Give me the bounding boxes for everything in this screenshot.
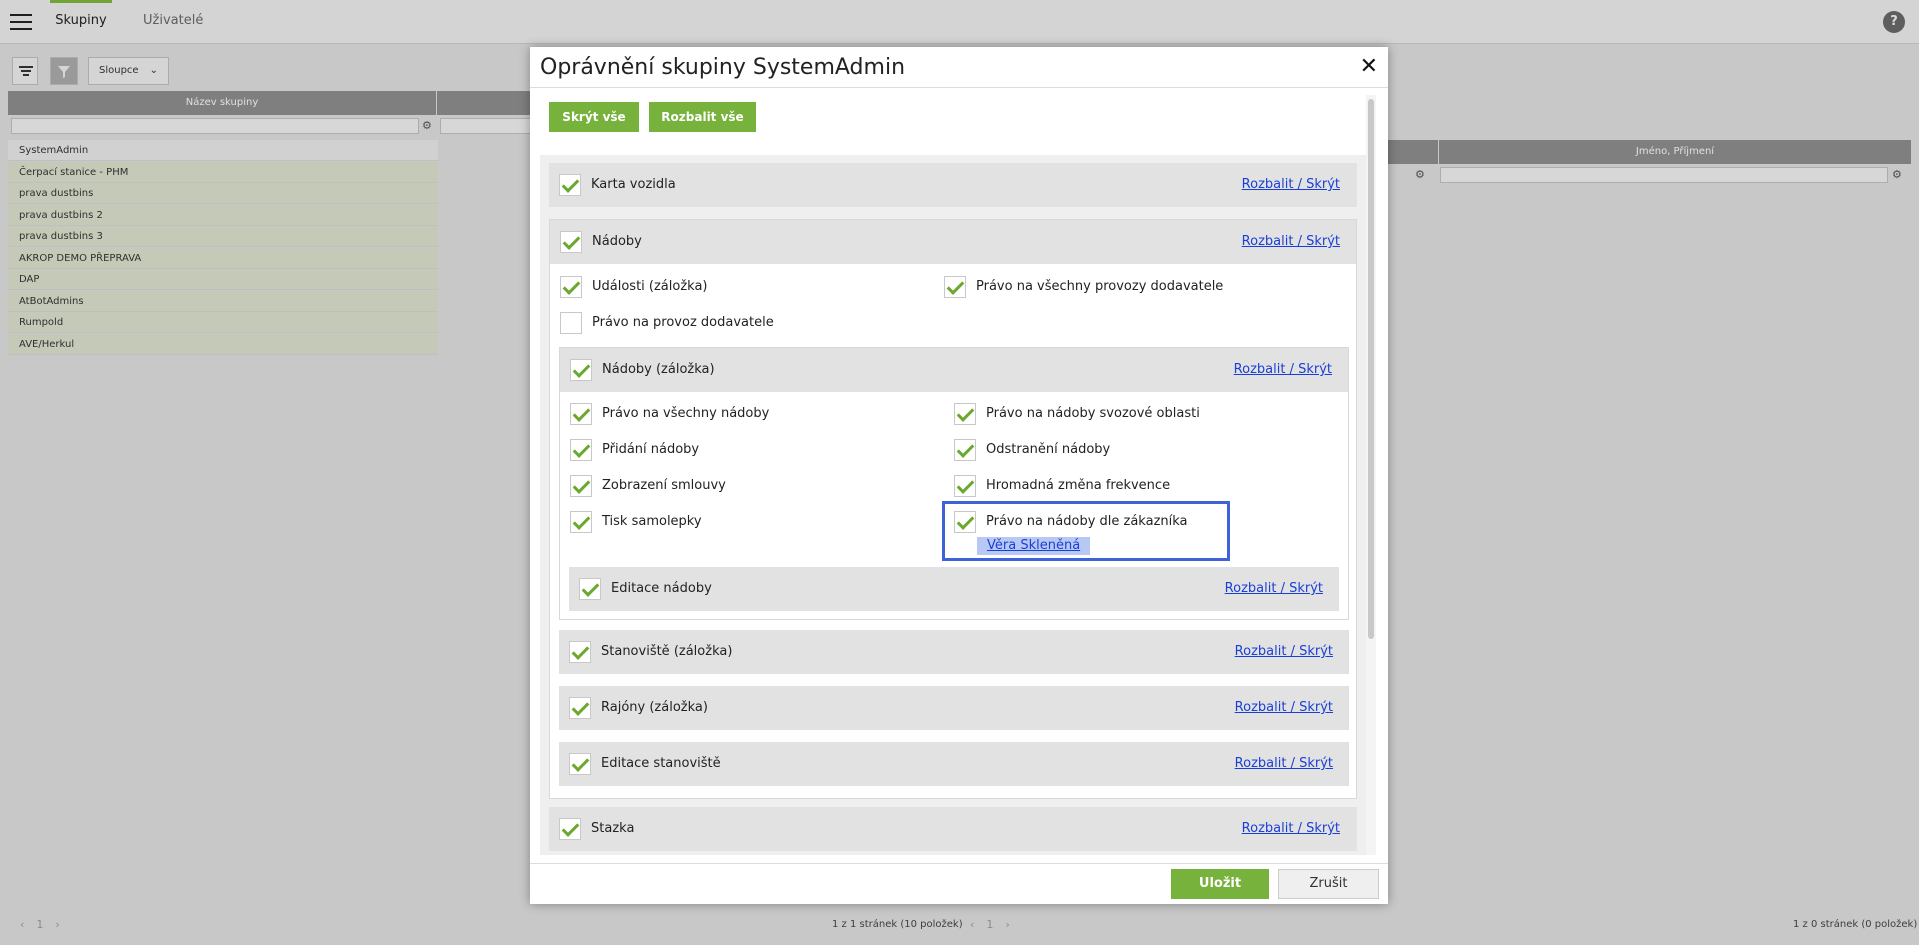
- section-editace-stanoviste: Editace stanoviště Rozbalit / Skrýt: [559, 742, 1349, 786]
- checkbox-tisk-samolepky[interactable]: [570, 511, 592, 533]
- section-editace-nadoby: Editace nádoby Rozbalit / Skrýt: [569, 567, 1339, 611]
- checkbox-stanoviste[interactable]: [569, 641, 591, 663]
- label-rajony: Rajóny (záložka): [601, 700, 708, 715]
- toggle-link-nadoby-zalozka[interactable]: Rozbalit / Skrýt: [1234, 362, 1332, 377]
- toggle-link-editace-stanoviste[interactable]: Rozbalit / Skrýt: [1235, 756, 1333, 771]
- toggle-link-karta-vozidla[interactable]: Rozbalit / Skrýt: [1242, 177, 1340, 192]
- scrollbar-thumb[interactable]: [1368, 99, 1374, 639]
- panel-nadoby: Nádoby Rozbalit / Skrýt Události (záložk…: [549, 219, 1357, 799]
- label-svozove-oblasti: Právo na nádoby svozové oblasti: [986, 406, 1200, 421]
- hide-all-button[interactable]: Skrýt vše: [549, 102, 639, 132]
- label-stanoviste: Stanoviště (záložka): [601, 644, 733, 659]
- section-karta-vozidla: Karta vozidla Rozbalit / Skrýt: [549, 163, 1357, 207]
- toggle-link-rajony[interactable]: Rozbalit / Skrýt: [1235, 700, 1333, 715]
- permissions-dialog: Oprávnění skupiny SystemAdmin ✕ Skrýt vš…: [530, 47, 1388, 904]
- label-udalosti: Události (záložka): [592, 279, 708, 294]
- checkbox-editace-nadoby[interactable]: [579, 578, 601, 600]
- label-provoz-dodavatele: Právo na provoz dodavatele: [592, 315, 774, 330]
- checkbox-editace-stanoviste[interactable]: [569, 753, 591, 775]
- label-tisk-samolepky: Tisk samolepky: [602, 514, 702, 529]
- section-stanoviste: Stanoviště (záložka) Rozbalit / Skrýt: [559, 630, 1349, 674]
- checkbox-vsechny-provozy[interactable]: [944, 276, 966, 298]
- checkbox-udalosti[interactable]: [560, 276, 582, 298]
- checkbox-svozove-oblasti[interactable]: [954, 403, 976, 425]
- checkbox-provoz-dodavatele[interactable]: [560, 312, 582, 334]
- close-icon[interactable]: ✕: [1360, 54, 1378, 79]
- dialog-scrollbar[interactable]: [1366, 95, 1376, 855]
- save-button[interactable]: Uložit: [1171, 869, 1269, 899]
- checkbox-nadoby-zalozka[interactable]: [570, 359, 592, 381]
- checkbox-rajony[interactable]: [569, 697, 591, 719]
- cancel-button[interactable]: Zrušit: [1278, 869, 1379, 899]
- label-editace-stanoviste: Editace stanoviště: [601, 756, 721, 771]
- checkbox-odstraneni-nadoby[interactable]: [954, 439, 976, 461]
- section-nadoby: Nádoby Rozbalit / Skrýt: [550, 220, 1356, 264]
- label-vsechny-nadoby: Právo na všechny nádoby: [602, 406, 770, 421]
- label-editace-nadoby: Editace nádoby: [611, 581, 712, 596]
- checkbox-nadoby[interactable]: [560, 231, 582, 253]
- dialog-title: Oprávnění skupiny SystemAdmin: [540, 55, 906, 80]
- label-nadoby: Nádoby: [592, 234, 642, 249]
- section-rajony: Rajóny (záložka) Rozbalit / Skrýt: [559, 686, 1349, 730]
- label-karta-vozidla: Karta vozidla: [591, 177, 676, 192]
- dialog-scroll-area[interactable]: Skrýt vše Rozbalit vše Karta vozidla Roz…: [540, 95, 1376, 855]
- toggle-link-stanoviste[interactable]: Rozbalit / Skrýt: [1235, 644, 1333, 659]
- checkbox-stazka[interactable]: [559, 818, 581, 840]
- checkbox-vsechny-nadoby[interactable]: [570, 403, 592, 425]
- checkbox-pridani-nadoby[interactable]: [570, 439, 592, 461]
- panel-nadoby-zalozka: Nádoby (záložka) Rozbalit / Skrýt Právo …: [559, 347, 1349, 620]
- section-stazka: Stazka Rozbalit / Skrýt: [549, 807, 1357, 851]
- label-hromadna-zmena: Hromadná změna frekvence: [986, 478, 1171, 493]
- toggle-link-stazka[interactable]: Rozbalit / Skrýt: [1242, 821, 1340, 836]
- divider: [530, 863, 1388, 864]
- toggle-link-nadoby[interactable]: Rozbalit / Skrýt: [1242, 234, 1340, 249]
- label-stazka: Stazka: [591, 821, 635, 836]
- label-zobrazeni-smlouvy: Zobrazení smlouvy: [602, 478, 726, 493]
- label-nadoby-dle-zakaznika: Právo na nádoby dle zákazníka: [986, 514, 1188, 529]
- label-odstraneni-nadoby: Odstranění nádoby: [986, 442, 1111, 457]
- checkbox-karta-vozidla[interactable]: [559, 174, 581, 196]
- expand-all-button[interactable]: Rozbalit vše: [649, 102, 756, 132]
- section-nadoby-zalozka: Nádoby (záložka) Rozbalit / Skrýt: [560, 348, 1348, 392]
- divider: [530, 87, 1388, 88]
- checkbox-nadoby-dle-zakaznika[interactable]: [954, 511, 976, 533]
- toggle-link-editace-nadoby[interactable]: Rozbalit / Skrýt: [1225, 581, 1323, 596]
- label-pridani-nadoby: Přidání nádoby: [602, 442, 700, 457]
- user-link-vera-sklenena[interactable]: Věra Skleněná: [977, 537, 1091, 555]
- label-nadoby-zalozka: Nádoby (záložka): [602, 362, 715, 377]
- checkbox-zobrazeni-smlouvy[interactable]: [570, 475, 592, 497]
- checkbox-hromadna-zmena[interactable]: [954, 475, 976, 497]
- label-vsechny-provozy: Právo na všechny provozy dodavatele: [976, 279, 1224, 294]
